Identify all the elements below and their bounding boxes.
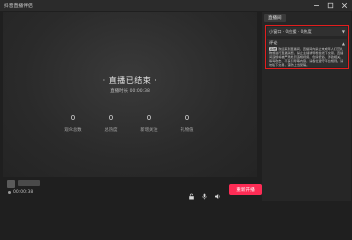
streamer-info[interactable]: 00:00:38 — [4, 178, 44, 198]
bottom-controls — [188, 185, 221, 200]
live-duration: 直播时长 00:00:38 — [110, 89, 150, 94]
stat-heat: 0 总热度 — [93, 114, 129, 136]
live-status: 00:00:38 — [8, 190, 33, 195]
app-window: 抖音直播伴侣 · 直播已结束 · 直播时长 00:00:38 0 观众总数 0 … — [0, 0, 352, 202]
window-mode-select[interactable]: 小窗口 · 0应援 · 0热度 ▼ — [267, 27, 347, 36]
select-value: 小窗口 · 0应援 · 0热度 — [269, 28, 312, 34]
bottom-bar: 00:00:38 重新开播 — [3, 178, 263, 200]
status-dot-icon — [8, 191, 11, 194]
stat-label: 礼物值 — [180, 128, 194, 133]
status-time: 00:00:38 — [13, 190, 34, 195]
comments-section: 评论 ▲ 系统 欢迎来到直播间，直播间内禁止未成年人打赏礼物或进行直播消费，禁止主… — [267, 39, 347, 67]
maximize-icon[interactable] — [327, 2, 334, 9]
minimize-icon[interactable] — [313, 2, 320, 9]
stat-value: 0 — [108, 114, 114, 122]
system-message-text: 欢迎来到直播间，直播间内禁止未成年人打赏礼物或进行直播消费，禁止主播诱导粉丝线下… — [269, 47, 344, 67]
stat-label: 观众总数 — [64, 128, 82, 133]
highlighted-region: 小窗口 · 0应援 · 0热度 ▼ 评论 ▲ 系统 欢迎来到直播间，直播间内禁止未… — [265, 25, 349, 69]
avatar[interactable] — [7, 180, 15, 188]
comments-header: 评论 ▲ — [269, 40, 345, 46]
stat-viewers: 0 观众总数 — [55, 114, 91, 136]
live-stage: · 直播已结束 · 直播时长 00:00:38 0 观众总数 0 总热度 0 新… — [3, 12, 257, 177]
lock-icon[interactable] — [188, 185, 195, 200]
stat-new-follows: 0 新增关注 — [131, 114, 167, 136]
stat-value: 0 — [146, 114, 152, 122]
streamer-name-blurred — [18, 180, 40, 186]
tab-live-room[interactable]: 直播间 — [264, 14, 286, 22]
stat-label: 总热度 — [104, 128, 118, 133]
panel-tabs: 直播间 — [264, 13, 349, 23]
title-bar: 抖音直播伴侣 — [0, 0, 352, 11]
stat-value: 0 — [184, 114, 190, 122]
window-controls — [313, 2, 348, 9]
speaker-icon[interactable] — [214, 185, 221, 199]
live-stats: 0 观众总数 0 总热度 0 新增关注 0 礼物值 — [55, 114, 205, 136]
restart-live-button[interactable]: 重新开播 — [229, 184, 262, 195]
chevron-up-icon[interactable]: ▲ — [342, 41, 345, 46]
close-icon[interactable] — [341, 2, 348, 9]
stat-gifts: 0 礼物值 — [169, 114, 205, 136]
comments-title: 评论 — [269, 40, 278, 45]
right-panel: 直播间 小窗口 · 0应援 · 0热度 ▼ 评论 ▲ 系统 欢迎来到直播间，直播间… — [262, 12, 351, 201]
stat-value: 0 — [70, 114, 76, 122]
system-message: 系统 欢迎来到直播间，直播间内禁止未成年人打赏礼物或进行直播消费，禁止主播诱导粉丝… — [269, 47, 345, 67]
live-ended-text: · 直播已结束 · — [102, 76, 158, 85]
window-title: 抖音直播伴侣 — [4, 4, 33, 9]
microphone-icon[interactable] — [201, 185, 208, 200]
stat-label: 新增关注 — [140, 128, 158, 133]
stage-background — [3, 12, 257, 177]
chevron-down-icon: ▼ — [341, 29, 345, 34]
